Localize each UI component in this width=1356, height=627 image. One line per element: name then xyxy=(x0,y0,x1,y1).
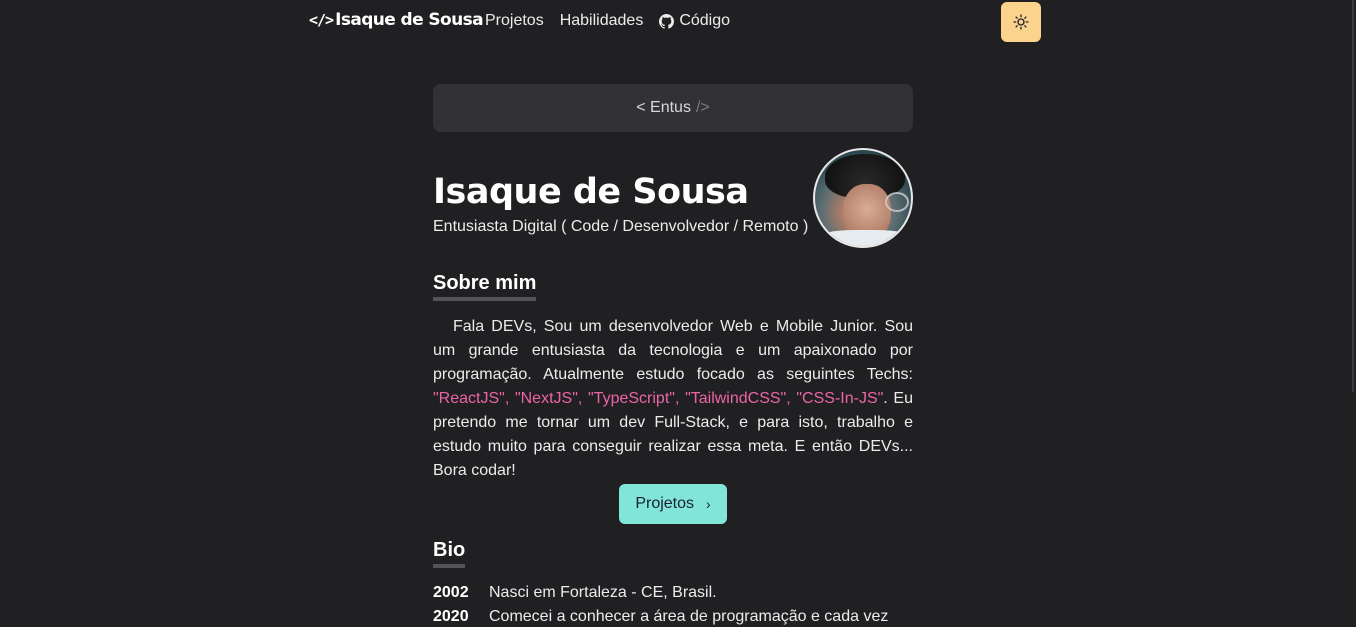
nav-link-habilidades[interactable]: Habilidades xyxy=(560,12,644,30)
bio-list: 2002 Nasci em Fortaleza - CE, Brasil. 20… xyxy=(433,581,913,627)
profile-role: Entusiasta Digital ( Code / Desenvolvedo… xyxy=(433,218,809,235)
about-text-intro: Fala DEVs, Sou um desenvolvedor Web e Mo… xyxy=(433,318,913,383)
sun-icon xyxy=(1013,14,1029,30)
profile-name: Isaque de Sousa xyxy=(433,172,749,212)
bio-text: Comecei a conhecer a área de programação… xyxy=(489,608,889,625)
hello-banner: < Entus /> xyxy=(433,84,913,132)
about-techs: "ReactJS", "NextJS", "TypeScript", "Tail… xyxy=(433,390,884,407)
bio-year: 2002 xyxy=(433,584,469,601)
theme-toggle-button[interactable] xyxy=(1001,2,1041,42)
projects-button[interactable]: Projetos › xyxy=(619,484,727,524)
hello-text: < Entus xyxy=(636,99,691,116)
avatar xyxy=(813,148,913,248)
github-icon xyxy=(659,13,675,29)
brand-name: Isaque de Sousa xyxy=(335,10,483,30)
code-icon: </> xyxy=(309,11,334,29)
bio-year: 2020 xyxy=(433,608,469,625)
nav-link-codigo-label: Código xyxy=(679,12,731,29)
about-text: Fala DEVs, Sou um desenvolvedor Web e Mo… xyxy=(433,315,913,483)
projects-button-label: Projetos xyxy=(635,495,695,512)
navbar: </> Isaque de Sousa Projetos Habilidades… xyxy=(0,0,1356,44)
nav-links: Projetos Habilidades Código xyxy=(485,12,746,30)
scrollbar[interactable] xyxy=(1352,0,1354,392)
bio-item: 2002 Nasci em Fortaleza - CE, Brasil. xyxy=(433,581,913,605)
main-content: < Entus /> Isaque de Sousa Entusiasta Di… xyxy=(433,84,913,627)
bio-heading: Bio xyxy=(433,539,466,568)
nav-link-projetos[interactable]: Projetos xyxy=(485,12,544,30)
hello-close-tag: /> xyxy=(695,99,710,116)
chevron-right-icon: › xyxy=(706,496,711,512)
bio-item: 2020 Comecei a conhecer a área de progra… xyxy=(433,605,913,627)
profile-section: Isaque de Sousa Entusiasta Digital ( Cod… xyxy=(433,148,913,248)
bio-text: Nasci em Fortaleza - CE, Brasil. xyxy=(489,584,717,601)
brand-logo[interactable]: </> Isaque de Sousa xyxy=(309,10,484,30)
about-heading: Sobre mim xyxy=(433,272,537,301)
nav-link-codigo[interactable]: Código xyxy=(659,12,730,30)
page: </> Isaque de Sousa Projetos Habilidades… xyxy=(0,0,1356,627)
projects-button-wrap: Projetos › xyxy=(433,484,913,524)
